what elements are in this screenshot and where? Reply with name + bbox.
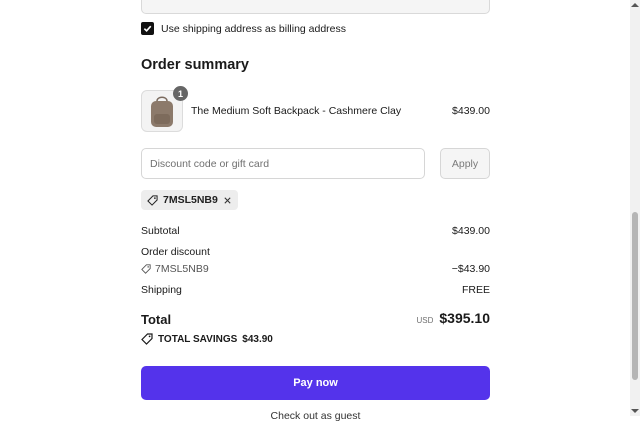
item-price: $439.00 [452,105,490,117]
billing-same-checkbox[interactable] [141,22,154,35]
order-discount-code-row: 7MSL5NB9 −$43.90 [141,263,490,275]
discount-input[interactable] [141,148,425,179]
guest-checkout-link[interactable]: Check out as guest [141,410,490,422]
applied-code-text: 7MSL5NB9 [163,194,218,206]
discount-row: Apply [141,148,490,181]
quantity-badge: 1 [173,86,188,101]
savings-label: TOTAL SAVINGS [158,333,238,345]
previous-field[interactable] [141,0,490,14]
close-icon[interactable] [223,196,232,205]
subtotal-row: Subtotal $439.00 [141,225,490,237]
scroll-thumb[interactable] [632,212,638,380]
item-name: The Medium Soft Backpack - Cashmere Clay [191,105,402,117]
total-savings: TOTAL SAVINGS $43.90 [141,333,273,345]
scroll-down-icon[interactable] [631,409,639,413]
line-item: 1 The Medium Soft Backpack - Cashmere Cl… [141,86,490,132]
product-thumbnail: 1 [141,86,188,132]
order-discount-value: −$43.90 [451,263,490,275]
tag-icon [141,333,153,345]
pay-now-button[interactable]: Pay now [141,366,490,400]
total-value-group: USD $395.10 [417,310,491,326]
order-discount-row: Order discount [141,246,490,258]
total-label: Total [141,312,172,327]
subtotal-value: $439.00 [452,225,490,237]
scrollbar[interactable] [630,0,640,416]
total-value: $395.10 [439,310,490,326]
total-row: Total USD $395.10 [141,310,491,329]
order-summary-title: Order summary [141,57,249,73]
applied-code-chip: 7MSL5NB9 [141,190,238,210]
billing-same-label: Use shipping address as billing address [161,22,347,35]
tag-icon [141,264,151,274]
order-discount-code-text: 7MSL5NB9 [155,263,209,275]
apply-button[interactable]: Apply [440,148,490,179]
billing-same-row[interactable]: Use shipping address as billing address [141,22,346,35]
savings-value: $43.90 [242,333,273,345]
scroll-up-icon[interactable] [631,3,639,7]
order-discount-label: Order discount [141,246,210,258]
check-icon [143,25,152,33]
shipping-label: Shipping [141,284,182,296]
shipping-value: FREE [461,284,490,296]
tag-icon [147,194,158,206]
shipping-row: Shipping FREE [141,284,490,296]
subtotal-label: Subtotal [141,225,180,237]
total-currency: USD [416,316,434,325]
order-discount-code: 7MSL5NB9 [141,263,490,275]
